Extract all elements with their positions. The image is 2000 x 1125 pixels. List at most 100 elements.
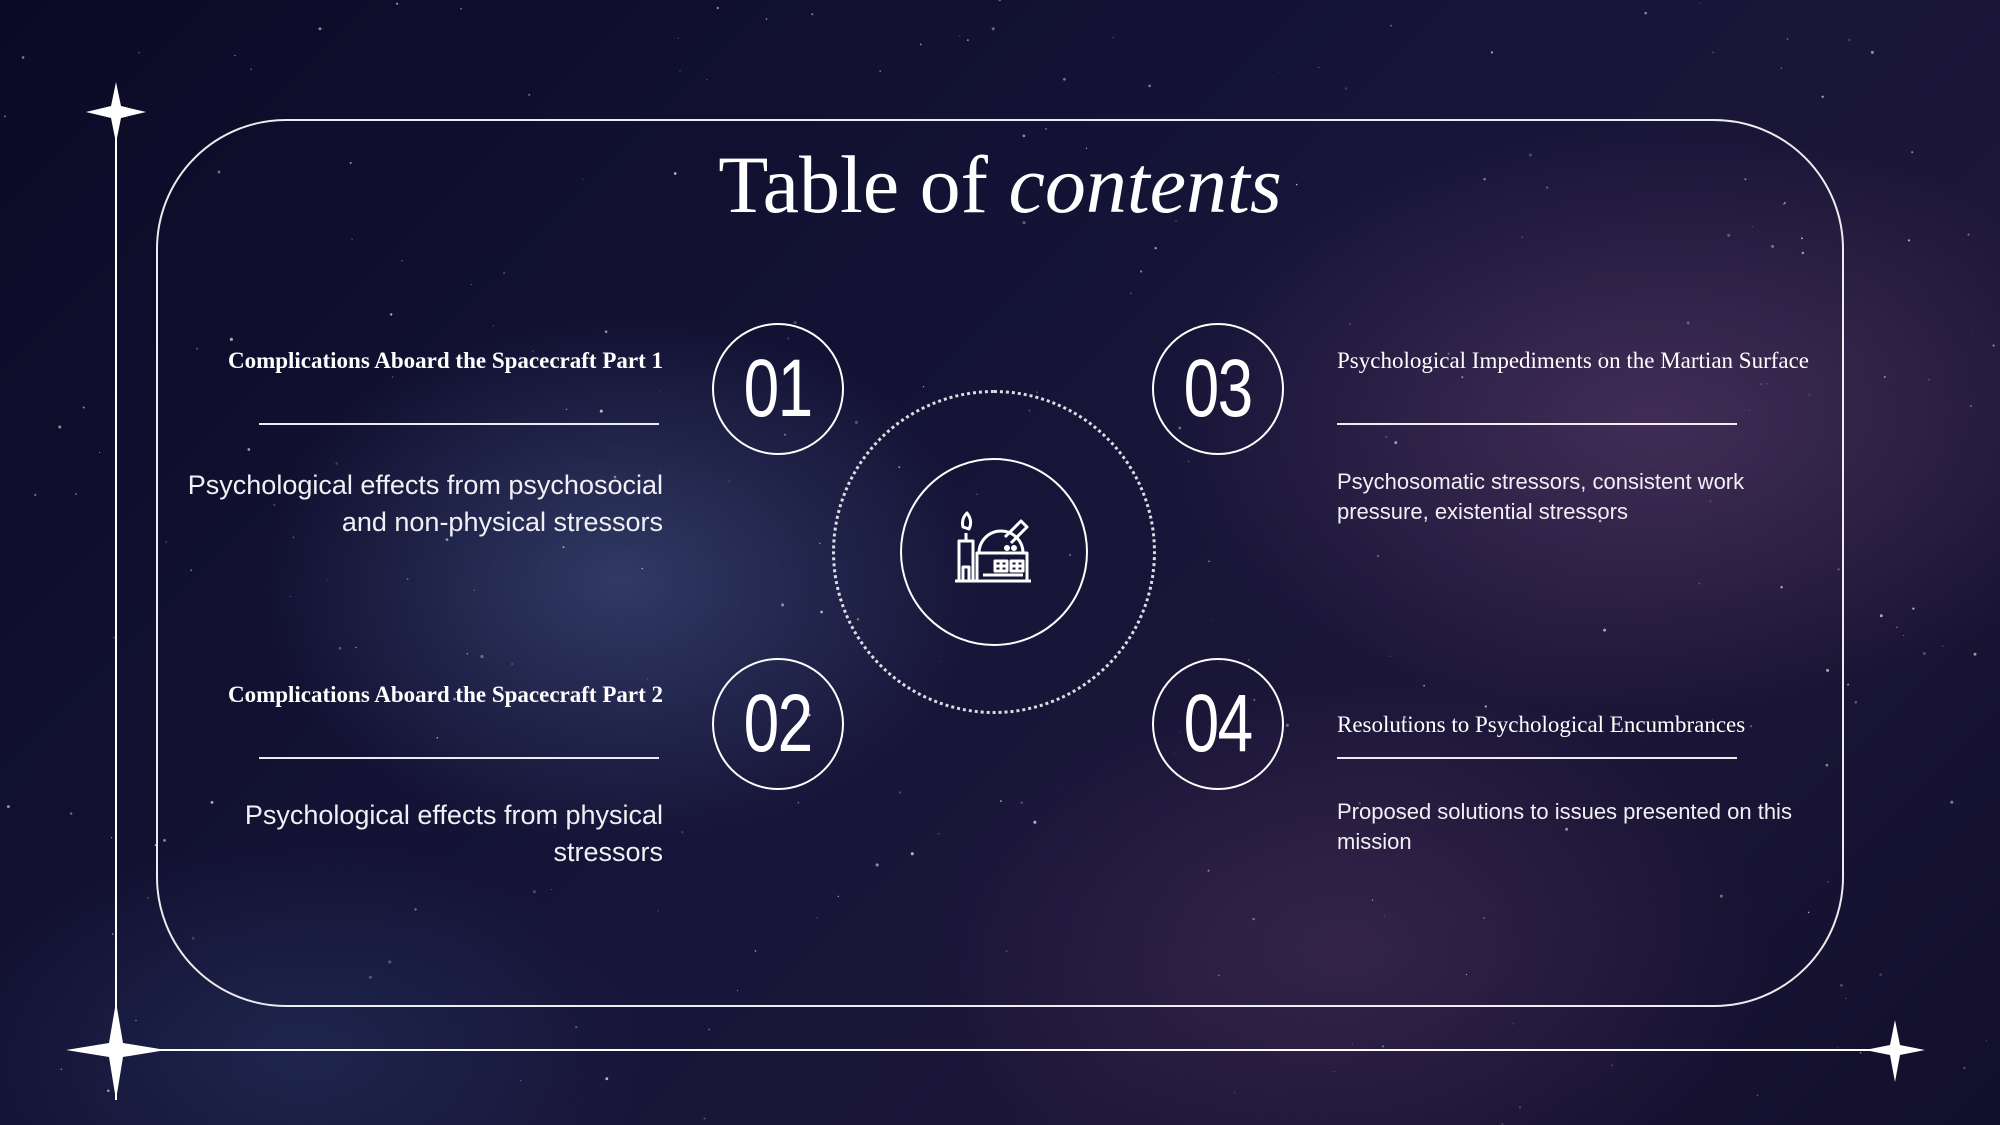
background-star bbox=[966, 39, 969, 42]
page-title: Table of contents bbox=[0, 135, 2000, 235]
section-heading-02: Complications Aboard the Spacecraft Part… bbox=[227, 682, 663, 707]
background-star bbox=[113, 637, 115, 639]
background-star bbox=[679, 70, 681, 72]
background-star bbox=[1847, 683, 1850, 686]
background-star bbox=[1985, 1040, 1987, 1042]
section-number-03: 03 bbox=[1152, 323, 1284, 455]
background-star bbox=[1333, 1071, 1335, 1073]
background-star bbox=[111, 933, 114, 935]
background-star bbox=[677, 37, 680, 40]
background-star bbox=[1854, 700, 1858, 704]
background-star bbox=[811, 13, 814, 16]
section-divider-04 bbox=[1337, 757, 1737, 759]
background-star bbox=[1351, 1043, 1353, 1045]
title-plain: Table of bbox=[718, 139, 1009, 230]
background-star bbox=[1611, 1064, 1614, 1067]
section-divider-02 bbox=[259, 757, 659, 759]
background-star bbox=[1903, 634, 1905, 636]
section-number-04: 04 bbox=[1152, 658, 1284, 790]
background-star bbox=[919, 43, 922, 46]
background-star bbox=[998, 0, 1001, 2]
background-star bbox=[1700, 2, 1702, 4]
background-star bbox=[1870, 50, 1874, 54]
background-star bbox=[1942, 645, 1944, 647]
section-number-01: 01 bbox=[712, 323, 844, 455]
section-heading-03: Psychological Impediments on the Martian… bbox=[1337, 348, 1810, 373]
background-star bbox=[138, 51, 140, 54]
background-star bbox=[1234, 1092, 1235, 1094]
background-star bbox=[1845, 997, 1848, 1000]
background-star bbox=[250, 68, 252, 71]
background-star bbox=[318, 27, 322, 31]
background-star bbox=[1962, 1066, 1966, 1070]
section-description-03: Psychosomatic stressors, consistent work… bbox=[1337, 469, 1745, 524]
background-star bbox=[765, 18, 768, 20]
background-star bbox=[1644, 11, 1648, 15]
background-star bbox=[1112, 36, 1114, 39]
background-star bbox=[708, 1028, 711, 1031]
section-description-01: Psychological effects from psychosocial … bbox=[187, 470, 663, 537]
sparkle-star-bottom-left bbox=[66, 1002, 166, 1100]
background-star bbox=[1848, 39, 1851, 41]
background-star bbox=[1062, 77, 1066, 81]
background-star bbox=[99, 451, 101, 454]
background-star bbox=[82, 406, 85, 409]
background-star bbox=[146, 897, 149, 899]
background-star bbox=[1786, 38, 1789, 40]
background-star bbox=[1780, 67, 1783, 69]
background-star bbox=[1907, 239, 1911, 242]
background-star bbox=[34, 493, 37, 497]
background-star bbox=[1859, 1051, 1862, 1054]
background-star bbox=[605, 1077, 609, 1081]
background-star bbox=[6, 805, 10, 809]
background-star bbox=[1318, 66, 1320, 68]
background-star bbox=[1382, 1045, 1384, 1048]
background-star bbox=[528, 93, 531, 96]
background-star bbox=[135, 1019, 137, 1022]
observatory-icon bbox=[955, 511, 1031, 583]
background-star bbox=[991, 27, 995, 31]
background-star bbox=[879, 70, 881, 72]
background-star bbox=[1490, 51, 1493, 54]
background-star bbox=[1879, 973, 1882, 976]
background-star bbox=[1512, 1023, 1514, 1025]
background-star bbox=[1973, 652, 1977, 656]
background-star bbox=[4, 115, 6, 118]
background-star bbox=[1879, 614, 1883, 618]
section-divider-01 bbox=[259, 423, 659, 425]
background-star bbox=[1756, 1094, 1759, 1097]
background-star bbox=[58, 425, 62, 429]
background-star bbox=[1279, 71, 1281, 73]
center-icon-circle bbox=[900, 458, 1088, 646]
background-star bbox=[703, 1117, 706, 1120]
section-divider-03 bbox=[1337, 423, 1737, 425]
background-star bbox=[396, 2, 399, 5]
background-star bbox=[75, 493, 77, 495]
background-star bbox=[107, 1089, 110, 1092]
background-star bbox=[1148, 84, 1151, 88]
background-star bbox=[1837, 1047, 1839, 1049]
background-star bbox=[460, 7, 463, 10]
background-star bbox=[1821, 95, 1824, 98]
background-star bbox=[110, 837, 113, 839]
background-star bbox=[1922, 651, 1926, 656]
background-star bbox=[716, 6, 719, 10]
section-description-04: Proposed solutions to issues presented o… bbox=[1337, 799, 1792, 854]
background-star bbox=[1950, 800, 1954, 804]
background-star bbox=[1501, 1122, 1504, 1125]
background-star bbox=[520, 1079, 522, 1082]
background-star bbox=[1712, 51, 1714, 54]
background-star bbox=[1896, 626, 1898, 628]
sparkle-star-bottom-right bbox=[1865, 1020, 1925, 1082]
background-star bbox=[958, 35, 961, 37]
sparkle-star-top-left bbox=[86, 82, 146, 143]
background-star bbox=[1883, 375, 1886, 379]
background-star bbox=[21, 56, 25, 59]
background-star bbox=[1970, 332, 1972, 334]
background-star bbox=[1992, 344, 1995, 347]
background-star bbox=[234, 54, 236, 57]
title-italic: contents bbox=[1008, 139, 1282, 230]
background-star bbox=[1912, 607, 1915, 610]
background-star bbox=[1519, 1106, 1521, 1109]
background-star bbox=[69, 812, 73, 815]
